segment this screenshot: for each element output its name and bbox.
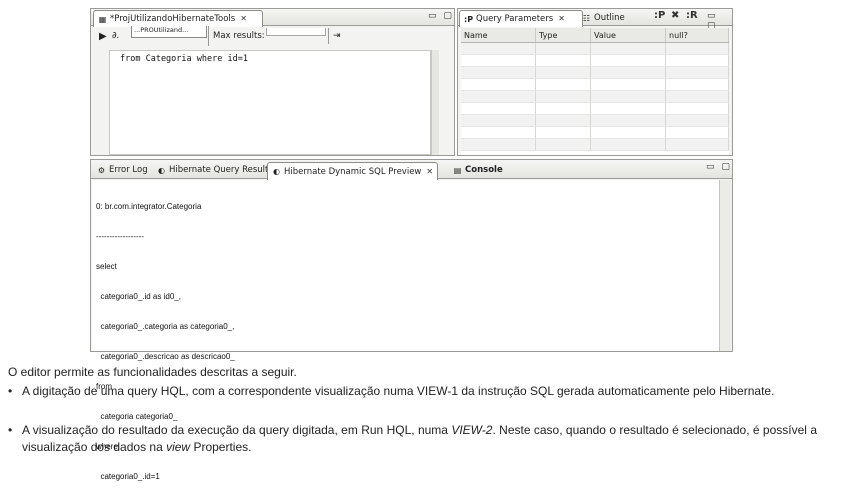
sql-line: categoria0_.descricao as descricao0_ [96, 352, 235, 361]
hibernate-icon: ◐ [273, 167, 280, 176]
table-row[interactable] [461, 42, 729, 55]
bullet-text-emphasis: VIEW-2 [451, 423, 493, 437]
sql-line: categoria0_.categoria as categoria0_, [96, 322, 235, 331]
sql-line: 0: br.com.integrator.Categoria [96, 202, 202, 211]
tab-console-label: Console [465, 165, 503, 175]
params-tabbar: :P Query Parameters ✕ ☷ Outline :P ✖ :R … [458, 9, 732, 31]
tab-hibernate-query-result[interactable]: ◐ Hibernate Query Result [153, 162, 272, 178]
pin-icon[interactable]: ⇥ [333, 31, 341, 41]
table-row[interactable] [461, 126, 729, 139]
hql-editor[interactable]: from Categoria where id=1 [109, 50, 431, 155]
table-row[interactable] [461, 54, 729, 67]
hql-editor-pane: ▦ *ProjUtilizandoHibernateTools ✕ ▭ ▢ ▶ … [90, 8, 455, 156]
max-results-input[interactable] [266, 28, 326, 36]
sql-line: ------------------ [96, 232, 144, 241]
bullet-text-part: A visualização do resultado da execução … [22, 423, 452, 437]
query-parameters-icon: :P [464, 14, 474, 24]
parameters-table-wrap: Name Type Value null? [461, 28, 729, 155]
sql-line: categoria0_.id as id0_, [96, 292, 181, 301]
bullet-item: • A visualização do resultado da execuçã… [0, 422, 847, 456]
bullet-text: A digitação de uma query HQL, com a corr… [22, 384, 775, 398]
editor-tabbar: ▦ *ProjUtilizandoHibernateTools ✕ ▭ ▢ [91, 9, 454, 27]
table-row[interactable] [461, 78, 729, 91]
bottom-views-pane: ⚙ Error Log ◐ Hibernate Query Result ◐ H… [90, 159, 733, 481]
tab-outline-label: Outline [594, 13, 625, 23]
editor-scrollbar[interactable] [431, 50, 439, 155]
bottom-tabbar: ⚙ Error Log ◐ Hibernate Query Result ◐ H… [91, 160, 732, 180]
tab-hibernate-query-result-label: Hibernate Query Result [169, 165, 269, 175]
close-icon[interactable]: ✕ [240, 11, 247, 27]
sql-preview-scrollbar[interactable] [719, 180, 731, 351]
column-name[interactable]: Name [461, 28, 536, 43]
table-row[interactable] [461, 90, 729, 103]
close-icon[interactable]: ✕ [558, 11, 565, 27]
close-icon[interactable]: ✕ [426, 164, 433, 180]
run-hql-icon[interactable]: ▶ [99, 31, 107, 42]
tab-outline[interactable]: ☷ Outline [578, 10, 629, 26]
toolbar-separator [328, 28, 329, 44]
parameters-table: Name Type Value null? [461, 28, 729, 151]
hibernate-file-icon: ▦ [98, 14, 107, 24]
tab-console[interactable]: ▤ Console [449, 162, 507, 178]
hql-query-text[interactable]: from Categoria where id=1 [120, 54, 248, 64]
bullet-item: • A digitação de uma query HQL, com a co… [0, 383, 847, 419]
minimize-maximize-icons[interactable]: ▭ ▢ [428, 11, 454, 21]
tab-error-log-label: Error Log [109, 165, 148, 175]
configuration-select[interactable]: ...PROUtilizand... [131, 26, 207, 38]
bullet-icon: • [8, 384, 13, 398]
outline-icon: ☷ [582, 13, 591, 23]
error-log-icon: ⚙ [97, 165, 106, 175]
sql-preview-output: 0: br.com.integrator.Categoria ---------… [92, 180, 719, 481]
tab-hql-editor[interactable]: ▦ *ProjUtilizandoHibernateTools ✕ [93, 10, 263, 27]
table-row[interactable] [461, 114, 729, 127]
column-value[interactable]: Value [590, 28, 666, 43]
max-results-label: Max results: [213, 31, 265, 41]
hibernate-icon: ◐ [158, 165, 165, 175]
toolbar-separator [208, 26, 209, 46]
bullet-icon: • [8, 423, 13, 437]
tab-dynamic-sql-preview[interactable]: ◐ Hibernate Dynamic SQL Preview ✕ [267, 162, 439, 180]
console-icon: ▤ [453, 165, 462, 175]
add-parameter-icon[interactable]: :P [654, 10, 665, 21]
query-parameters-pane: :P Query Parameters ✕ ☷ Outline :P ✖ :R … [457, 8, 733, 156]
tab-hql-editor-label: *ProjUtilizandoHibernateTools [110, 14, 236, 24]
bullet-text-emphasis: view [166, 440, 191, 454]
tab-query-parameters[interactable]: :P Query Parameters ✕ [459, 10, 583, 27]
column-type[interactable]: Type [535, 28, 591, 43]
sql-line: select [96, 262, 117, 271]
sql-line: categoria0_.id=1 [96, 472, 160, 481]
intro-paragraph: O editor permite as funcionalidades desc… [8, 365, 297, 379]
bullet-text: A visualização do resultado da execução … [22, 422, 817, 456]
editor-toolbar: ▶ ∂. ...PROUtilizand... Max results: ⇥ [91, 26, 454, 48]
table-row[interactable] [461, 102, 729, 115]
configuration-value: ...PROUtilizand... [134, 26, 189, 34]
column-null[interactable]: null? [665, 28, 729, 43]
tab-dynamic-sql-preview-label: Hibernate Dynamic SQL Preview [284, 166, 422, 177]
minimize-maximize-icons[interactable]: ▭ ▢ [706, 162, 732, 172]
tab-query-parameters-label: Query Parameters [476, 14, 554, 24]
clear-icon[interactable]: ∂. [112, 31, 120, 41]
table-row[interactable] [461, 66, 729, 79]
bullet-text-part: Properties. [190, 440, 252, 454]
refresh-parameters-icon[interactable]: :R [686, 10, 698, 21]
tab-error-log[interactable]: ⚙ Error Log [93, 162, 152, 178]
remove-parameter-icon[interactable]: ✖ [671, 10, 679, 21]
table-row[interactable] [461, 138, 729, 151]
